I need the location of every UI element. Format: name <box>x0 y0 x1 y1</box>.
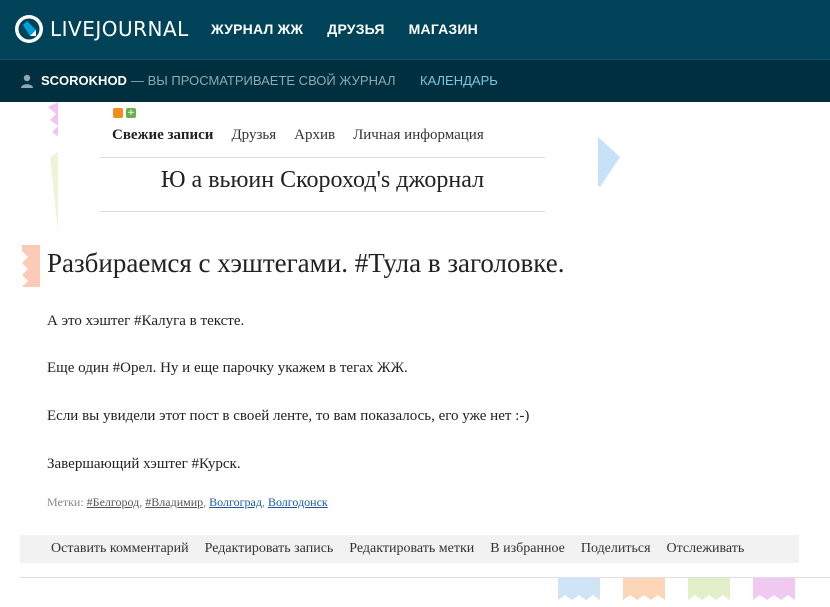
nav-friends[interactable]: ДРУЗЬЯ <box>327 21 384 37</box>
tags-label: Метки: <box>47 495 84 509</box>
top-bar: LIVEJOURNAL ЖУРНАЛ ЖЖ ДРУЗЬЯ МАГАЗИН <box>0 0 830 59</box>
divider <box>100 211 545 212</box>
journal-nav-recent[interactable]: Свежие записи <box>112 127 213 144</box>
leave-comment-link[interactable]: Оставить комментарий <box>51 541 189 557</box>
tag-link[interactable]: Волгоград <box>209 495 262 509</box>
journal-nav-archive[interactable]: Архив <box>294 127 335 144</box>
calendar-link[interactable]: КАЛЕНДАРЬ <box>420 73 498 88</box>
journal-nav: Свежие записи Друзья Архив Личная информ… <box>112 127 502 144</box>
divider <box>100 157 545 158</box>
post-actions: Оставить комментарий Редактировать запис… <box>20 535 799 563</box>
sub-bar: SCOROKHOD — ВЫ ПРОСМАТРИВАЕТЕ СВОЙ ЖУРНА… <box>0 59 830 102</box>
tag-link[interactable]: #Белгород <box>87 495 140 509</box>
add-to-favorites-link[interactable]: В избранное <box>490 541 565 557</box>
journal-title[interactable]: Ю а вьюин Скороход's джорнал <box>100 167 545 194</box>
nav-journal[interactable]: ЖУРНАЛ ЖЖ <box>211 21 303 37</box>
livejournal-logo[interactable]: LIVEJOURNAL <box>14 13 189 45</box>
edit-entry-link[interactable]: Редактировать запись <box>205 541 334 557</box>
viewing-own-journal-note: — ВЫ ПРОСМАТРИВАЕТЕ СВОЙ ЖУРНАЛ <box>130 73 396 88</box>
bottom-flags-decoration <box>558 578 795 600</box>
user-icon <box>21 74 33 88</box>
logo-text: LIVEJOURNAL <box>50 17 189 41</box>
edit-tags-link[interactable]: Редактировать метки <box>349 541 474 557</box>
livejournal-logo-icon <box>15 15 43 43</box>
journal-nav-profile[interactable]: Личная информация <box>353 127 484 144</box>
feed-icons: + <box>113 108 139 118</box>
post-paragraph: Еще один #Орел. Ну и еще парочку укажем … <box>47 360 408 376</box>
post-tags: Метки: #Белгород, #Владимир, Волгоград, … <box>47 495 328 509</box>
share-link[interactable]: Поделиться <box>581 541 651 557</box>
post-paragraph: Завершающий хэштег #Курск. <box>47 456 241 472</box>
rss-icon[interactable] <box>113 108 123 118</box>
tag-link[interactable]: Волгодонск <box>268 495 328 509</box>
track-link[interactable]: Отслеживать <box>667 541 745 557</box>
top-nav: ЖУРНАЛ ЖЖ ДРУЗЬЯ МАГАЗИН <box>211 21 502 37</box>
username-link[interactable]: SCOROKHOD <box>41 73 127 88</box>
post-paragraph: А это хэштег #Калуга в тексте. <box>47 313 245 329</box>
post-paragraph: Если вы увидели этот пост в своей ленте,… <box>47 408 530 424</box>
add-friend-icon[interactable]: + <box>126 108 136 118</box>
journal-nav-friends[interactable]: Друзья <box>231 127 276 144</box>
user-info: SCOROKHOD — ВЫ ПРОСМАТРИВАЕТЕ СВОЙ ЖУРНА… <box>20 73 395 88</box>
title-ribbon-decoration <box>22 245 40 287</box>
tag-link[interactable]: #Владимир <box>145 495 203 509</box>
nav-shop[interactable]: МАГАЗИН <box>409 21 478 37</box>
post-title[interactable]: Разбираемся с хэштегами. #Тула в заголов… <box>47 248 564 279</box>
